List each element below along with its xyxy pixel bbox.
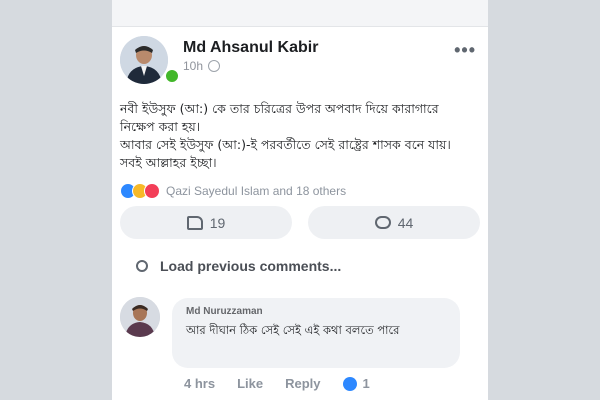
comment-count: 44 bbox=[397, 214, 414, 231]
reactions-text: Qazi Sayedul Islam and 18 others bbox=[166, 184, 347, 198]
comment-bubble-icon bbox=[374, 216, 391, 229]
comment-author-name[interactable]: Md Nuruzzaman bbox=[186, 306, 263, 317]
love-reaction-icon bbox=[144, 183, 160, 199]
reactions-summary[interactable]: Qazi Sayedul Islam and 18 others bbox=[120, 183, 346, 199]
like-count: 19 bbox=[209, 214, 226, 231]
thumbs-up-icon bbox=[186, 215, 203, 230]
comment-like-button[interactable]: Like bbox=[237, 376, 263, 391]
load-previous-label: Load previous comments... bbox=[160, 258, 342, 274]
more-horizontal-icon[interactable]: ••• bbox=[454, 40, 476, 61]
comment-button[interactable]: 44 bbox=[308, 206, 480, 239]
comment-actions: 4 hrs Like Reply 1 bbox=[184, 376, 370, 391]
globe-icon bbox=[208, 60, 221, 72]
comment-time[interactable]: 4 hrs bbox=[184, 376, 215, 391]
comment-reaction-count[interactable]: 1 bbox=[342, 376, 370, 391]
like-reaction-icon bbox=[342, 376, 357, 391]
post-text-paragraph-2: আবার সেই ইউসুফ (আ:)-ই পরবর্তীতে সেই রাষ্… bbox=[120, 137, 451, 170]
background-left bbox=[0, 0, 112, 400]
comment-author-avatar[interactable] bbox=[120, 297, 160, 337]
post-text-paragraph-1: নবী ইউসুফ (আ:) কে তার চরিত্রের উপর অপবাদ… bbox=[120, 101, 439, 134]
background-right bbox=[488, 0, 600, 400]
post-header: Md Ahsanul Kabir 10h ••• bbox=[120, 36, 480, 84]
like-button[interactable]: 19 bbox=[120, 206, 292, 239]
author-avatar[interactable] bbox=[120, 36, 168, 84]
load-previous-comments[interactable]: Load previous comments... bbox=[136, 258, 341, 274]
comment-avatar-photo bbox=[120, 297, 160, 337]
comment-bubble: Md Nuruzzaman আর দীঘান ঠিক সেই সেই এই কথ… bbox=[172, 298, 460, 368]
avatar-photo bbox=[120, 36, 168, 84]
comment-reply-button[interactable]: Reply bbox=[285, 376, 320, 391]
comment-text: আর দীঘান ঠিক সেই সেই এই কথা বলতে পারে bbox=[186, 323, 400, 337]
comment-like-count: 1 bbox=[362, 376, 370, 391]
refresh-icon bbox=[136, 260, 148, 272]
post-card: Md Ahsanul Kabir 10h ••• নবী ইউসুফ (আ:) … bbox=[112, 0, 488, 400]
post-author-name[interactable]: Md Ahsanul Kabir bbox=[183, 39, 318, 57]
online-status-dot bbox=[164, 68, 180, 84]
top-strip bbox=[112, 0, 488, 27]
post-body: নবী ইউসুফ (আ:) কে তার চরিত্রের উপর অপবাদ… bbox=[120, 100, 470, 172]
post-time[interactable]: 10h bbox=[183, 59, 203, 73]
post-meta: 10h bbox=[183, 59, 221, 73]
